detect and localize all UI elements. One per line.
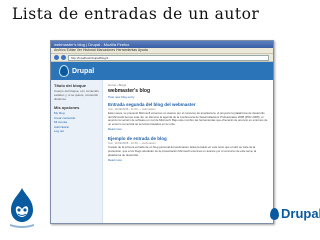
browser-toolbar: http://localhost/drupal/blog/1 <box>51 54 273 62</box>
site-header: Drupal <box>51 62 273 80</box>
browser-screenshot: webmaster's blog | Drupal - Mozilla Fire… <box>50 40 274 224</box>
read-more-link[interactable]: Read more <box>108 158 268 162</box>
block-title: Título del bloque <box>54 83 86 88</box>
breadcrumb[interactable]: Home › Blogs <box>108 83 268 87</box>
block-text: Cuerpo del bloque, con contenido estátic… <box>54 89 99 101</box>
entry-body: Creado de la primera entrada de un blog … <box>108 145 257 157</box>
drupal-wordmark-logo: Drupal <box>270 206 320 221</box>
entry-body: Esta nueva, se presentó Microsoft entonc… <box>108 111 268 126</box>
post-new-entry-link[interactable]: Post new blog entry <box>108 95 268 99</box>
drupal-drop-icon <box>270 207 279 220</box>
site-name[interactable]: Drupal <box>72 68 94 75</box>
sidebar: Título del bloque Cuerpo del bloque, con… <box>51 80 103 223</box>
main-content: Home › Blogs webmaster's blog Post new b… <box>103 80 273 223</box>
nav-title: Mis opciones <box>54 105 80 110</box>
sidebar-item-logout[interactable]: Log out <box>54 129 99 134</box>
read-more-link[interactable]: Read more <box>108 127 268 131</box>
address-bar[interactable]: http://localhost/drupal/blog/1 <box>68 54 269 61</box>
drupal-wordmark: Drupal <box>281 206 320 221</box>
back-button-icon[interactable] <box>54 55 59 60</box>
forward-button-icon[interactable] <box>61 55 66 60</box>
drupal-mascot-logo-icon <box>10 188 34 228</box>
page-title: webmaster's blog <box>108 88 151 94</box>
slide-title: Lista de entradas de un autor <box>12 5 260 23</box>
content-area: Título del bloque Cuerpo del bloque, con… <box>51 80 273 223</box>
window-titlebar: webmaster's blog | Drupal - Mozilla Fire… <box>51 41 273 48</box>
drupal-drop-icon <box>59 65 69 77</box>
